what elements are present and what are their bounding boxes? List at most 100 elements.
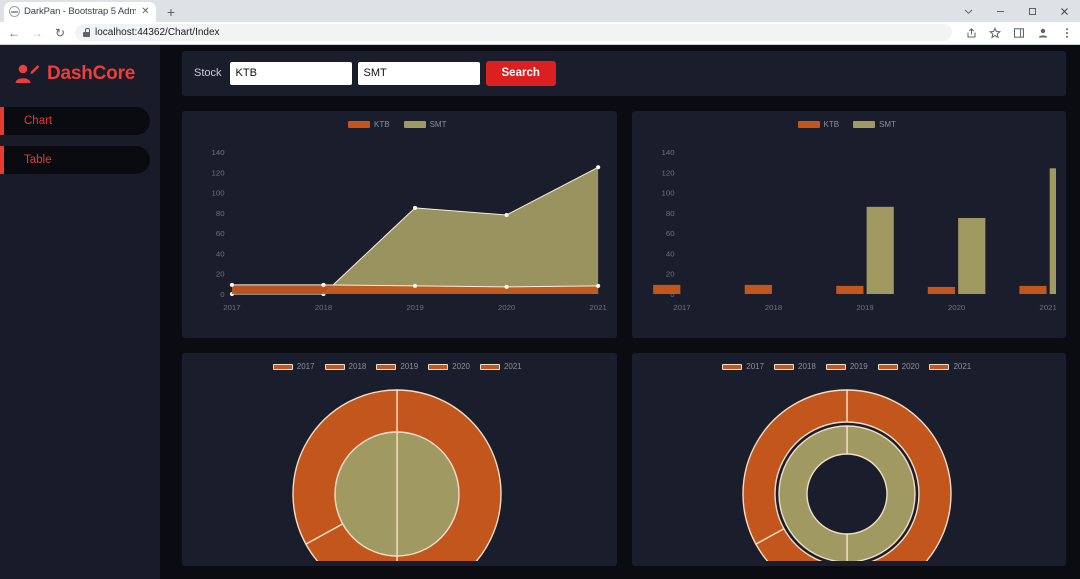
area-chart-plot[interactable]: 0 20 40 60 80 100 120 140 2017 2018 2019 2020 2021 (188, 134, 607, 329)
legend-swatch (929, 363, 950, 370)
svg-text:140: 140 (212, 148, 225, 157)
legend-swatch-ktb (797, 121, 820, 129)
address-bar[interactable]: localhost:44362/Chart/Index (75, 24, 952, 42)
minimize-icon[interactable] (984, 0, 1016, 22)
svg-text:60: 60 (216, 229, 225, 238)
legend-item-2018[interactable]: 2018 (774, 362, 816, 371)
svg-text:2020: 2020 (947, 303, 964, 312)
legend-label-ktb: KTB (823, 120, 840, 130)
area-chart-cell: KTB SMT 0 20 40 60 80 100 120 140 2017 2018 2019 20… (182, 110, 617, 338)
legend-item-2020[interactable]: 2020 (428, 362, 470, 371)
legend-swatch-smt (853, 121, 876, 129)
toolbar-icons (959, 25, 1074, 40)
legend-swatch (272, 363, 293, 370)
brand[interactable]: DashCore (0, 55, 160, 85)
svg-text:100: 100 (212, 189, 225, 198)
tab-strip: DarkPan - Bootstrap 5 Admin Te ✕ + (0, 0, 1080, 22)
svg-text:2018: 2018 (764, 303, 781, 312)
pie-left-cell: 2017 2018 2019 2020 2021 (182, 352, 617, 566)
legend-swatch-ktb (348, 121, 371, 129)
legend-item-2020[interactable]: 2020 (877, 362, 919, 371)
legend-item-2019[interactable]: 2019 (825, 362, 868, 372)
svg-text:2019: 2019 (406, 303, 423, 312)
main-content: Stock Search KTB (160, 44, 1080, 579)
bar-chart-plot[interactable]: 0 20 40 60 80 100 120 140 2017 2018 2019 2020 2021 (638, 134, 1056, 329)
legend-item-2017[interactable]: 2017 (272, 362, 315, 371)
sidebar-item-label: Chart (24, 114, 53, 127)
legend-swatch (774, 363, 795, 370)
browser-window: DarkPan - Bootstrap 5 Admin Te ✕ + ← → ↻… (0, 0, 1080, 579)
forward-icon[interactable]: → (29, 25, 45, 41)
legend-label: 2019 (849, 362, 868, 372)
bar-chart-legend: KTB SMT (638, 117, 1057, 133)
pie-right-panel: 2017 2018 2019 2020 2021 (631, 352, 1066, 566)
maximize-icon[interactable] (1016, 0, 1048, 22)
share-icon[interactable] (963, 25, 978, 40)
reload-icon[interactable]: ↻ (52, 25, 68, 41)
legend-label: 2021 (953, 362, 972, 372)
legend-label: 2018 (798, 362, 816, 372)
svg-text:120: 120 (212, 168, 225, 177)
chevron-down-icon[interactable] (952, 0, 984, 22)
pie-right-legend: 2017 2018 2019 2020 2021 (638, 359, 1057, 375)
charts-row-1: KTB SMT 0 20 40 60 80 100 120 140 2017 2018 2019 20… (182, 110, 1066, 338)
legend-label: 2019 (400, 362, 419, 372)
legend-item-2018[interactable]: 2018 (324, 362, 367, 372)
new-tab-button[interactable]: + (160, 2, 182, 22)
pie-right-plot[interactable] (638, 376, 1057, 561)
stock-input-b[interactable] (357, 61, 480, 85)
bar-chart-cell: KTB SMT 0 20 40 60 80 100 120 140 2017 2018 2019 20… (631, 110, 1066, 338)
browser-tab[interactable]: DarkPan - Bootstrap 5 Admin Te ✕ (4, 1, 156, 22)
svg-text:120: 120 (661, 168, 674, 177)
svg-text:40: 40 (665, 249, 674, 258)
sidebar-item-table[interactable]: Table (0, 145, 150, 174)
charts-row-2: 2017 2018 2019 2020 2021 2017 2018 2019 2020 202… (182, 352, 1066, 566)
close-window-icon[interactable] (1048, 0, 1080, 22)
sidebar-item-chart[interactable]: Chart (0, 106, 150, 135)
close-icon[interactable]: ✕ (140, 6, 151, 17)
pie-right-cell: 2017 2018 2019 2020 2021 (631, 352, 1066, 566)
legend-swatch (428, 363, 449, 370)
legend-label: 2020 (452, 362, 470, 372)
legend-label: 2017 (746, 362, 765, 372)
more-menu-icon[interactable] (1059, 25, 1074, 40)
svg-text:2019: 2019 (856, 303, 873, 312)
back-icon[interactable]: ← (6, 25, 22, 41)
legend-item-2019[interactable]: 2019 (376, 362, 418, 371)
user-edit-icon (14, 63, 40, 85)
svg-text:100: 100 (661, 189, 674, 198)
collections-icon[interactable] (1011, 25, 1026, 40)
browser-toolbar: ← → ↻ localhost:44362/Chart/Index (0, 21, 1080, 45)
stock-label: Stock (194, 67, 222, 80)
svg-text:2021: 2021 (1039, 303, 1056, 312)
svg-text:2017: 2017 (673, 303, 690, 312)
legend-item-ktb[interactable]: KTB (348, 120, 390, 129)
svg-text:80: 80 (216, 209, 225, 218)
svg-text:2020: 2020 (498, 303, 515, 312)
legend-label: 2018 (348, 362, 367, 372)
sidebar-nav: Chart Table (0, 106, 160, 174)
legend-swatch (479, 363, 500, 370)
app-root: DashCore Chart Table Stock Search (0, 44, 1080, 579)
window-controls (952, 0, 1080, 22)
svg-text:2018: 2018 (315, 303, 332, 312)
legend-item-smt[interactable]: SMT (403, 120, 446, 129)
legend-item-2021[interactable]: 2021 (929, 362, 971, 371)
legend-item-smt[interactable]: SMT (853, 120, 896, 129)
bookmark-star-icon[interactable] (987, 25, 1002, 40)
legend-label: 2021 (503, 362, 522, 372)
search-panel: Stock Search (182, 50, 1066, 96)
legend-item-2021[interactable]: 2021 (479, 362, 522, 372)
profile-icon[interactable] (1035, 25, 1050, 40)
legend-swatch-smt (403, 121, 426, 129)
pie-left-plot[interactable] (188, 376, 607, 561)
legend-item-ktb[interactable]: KTB (797, 120, 840, 130)
brand-name: DashCore (47, 62, 136, 84)
svg-text:80: 80 (665, 209, 674, 218)
stock-input-a[interactable] (229, 61, 352, 85)
legend-item-2017[interactable]: 2017 (722, 362, 764, 371)
svg-text:20: 20 (216, 270, 225, 279)
svg-text:140: 140 (661, 148, 674, 157)
sidebar: DashCore Chart Table (0, 44, 160, 579)
search-button[interactable]: Search (485, 60, 556, 86)
